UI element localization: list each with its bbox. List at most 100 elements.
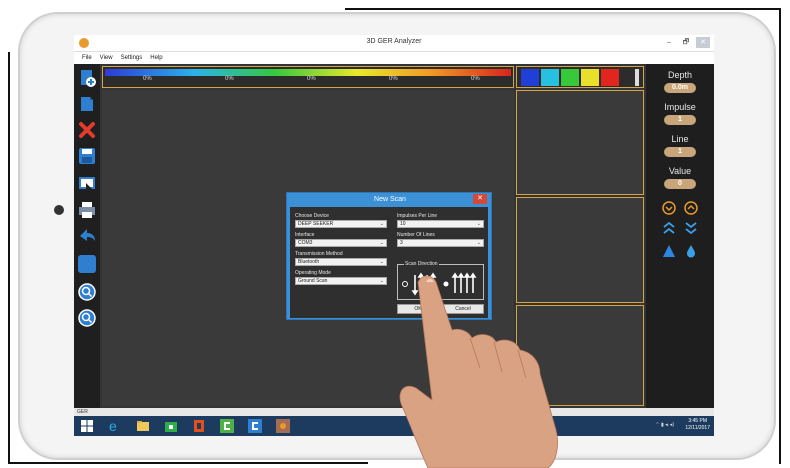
- lines-select-value: 3: [400, 240, 403, 246]
- back-arrow-icon[interactable]: [77, 226, 97, 246]
- ok-button[interactable]: OK: [397, 304, 439, 314]
- collapse-icon[interactable]: [684, 221, 698, 235]
- chevron-down-icon: ⌄: [476, 221, 481, 227]
- scroll-up-icon[interactable]: [684, 201, 698, 215]
- clock-date: 12/11/2017: [685, 425, 710, 431]
- new-scan-dialog: New Scan ✕ Choose Device DEEP SEEKER ⌄ In…: [286, 192, 492, 320]
- tablet-screen: 3D GER Analyzer – 🗗 ✕ File View Settings…: [74, 35, 714, 436]
- zoom-out-icon[interactable]: [77, 308, 97, 328]
- lines-select[interactable]: 3 ⌄: [397, 239, 484, 247]
- save-icon[interactable]: [77, 146, 97, 166]
- left-toolbar: [74, 64, 100, 408]
- zigzag-arrows-icon: [411, 272, 437, 296]
- choose-device-label: Choose Device: [295, 213, 329, 219]
- screen-select-icon[interactable]: [77, 174, 97, 194]
- menu-help[interactable]: Help: [150, 52, 162, 64]
- dialog-close-button[interactable]: ✕: [473, 194, 487, 204]
- scan-direction-options[interactable]: [401, 271, 481, 297]
- zoom-in-icon[interactable]: [77, 282, 97, 302]
- water-drop-icon[interactable]: [684, 244, 698, 258]
- value-label: Value: [668, 166, 692, 176]
- delete-icon[interactable]: [77, 120, 97, 140]
- color-swatch-panel: [516, 66, 644, 88]
- menu-file[interactable]: File: [82, 52, 92, 64]
- expand-up-icon[interactable]: [662, 221, 676, 235]
- chevron-down-icon: ⌄: [379, 259, 384, 265]
- taskbar-clock[interactable]: 3:45 PM 12/11/2017: [685, 418, 710, 432]
- operating-mode-select-value: Ground Scan: [298, 278, 328, 284]
- scale-percent-label: 0%: [143, 76, 152, 82]
- impulses-label: Impulses Per Line: [397, 213, 438, 219]
- system-tray[interactable]: ⌃ ▮ ◂ᵢ ◂): [655, 422, 674, 428]
- transmission-select[interactable]: Bluetooth ⌄: [295, 258, 387, 266]
- windows-start-icon[interactable]: [80, 419, 94, 433]
- chevron-down-icon: ⌄: [379, 278, 384, 284]
- parallel-radio-selected: [443, 281, 449, 287]
- store-icon[interactable]: [164, 419, 178, 433]
- open-file-icon[interactable]: [77, 94, 97, 114]
- transmission-label: Transmission Method: [295, 251, 343, 257]
- depth-label: Depth: [667, 70, 693, 80]
- clock-time: 3:45 PM: [688, 418, 707, 424]
- color-swatch[interactable]: [541, 69, 559, 86]
- interface-select[interactable]: COM3 ⌄: [295, 239, 387, 247]
- zigzag-radio: [402, 281, 408, 287]
- photo-frame: 3D GER Analyzer – 🗗 ✕ File View Settings…: [0, 0, 790, 468]
- view-panel-top[interactable]: [516, 90, 644, 195]
- line-value: 1: [664, 147, 696, 157]
- new-scan-icon[interactable]: [77, 68, 97, 88]
- interface-label: Interface: [295, 232, 315, 238]
- scan-direction-group: Scan Direction: [397, 261, 484, 300]
- scale-percent-label: 0%: [471, 76, 480, 82]
- menu-bar: File View Settings Help: [74, 52, 714, 64]
- chevron-down-icon: ⌄: [476, 240, 481, 246]
- menu-settings[interactable]: Settings: [121, 52, 143, 64]
- impulses-select[interactable]: 10 ⌄: [397, 220, 484, 228]
- device-select[interactable]: DEEP SEEKER ⌄: [295, 220, 387, 228]
- scale-percent-label: 0%: [225, 76, 234, 82]
- status-bar: GER: [74, 408, 714, 416]
- depth-value: 0.0m: [664, 83, 696, 93]
- triangle-marker-icon[interactable]: [662, 244, 676, 258]
- color-swatch[interactable]: [561, 69, 579, 86]
- operating-mode-label: Operating Mode: [295, 270, 331, 276]
- close-button[interactable]: ✕: [696, 37, 710, 48]
- windows-taskbar: e ⌃ ▮ ◂ᵢ ◂) 3:45 PM 12/11/2017: [74, 416, 714, 436]
- app-icon-green[interactable]: [220, 419, 234, 433]
- app-icon-blue[interactable]: [248, 419, 262, 433]
- scale-percent-label: 0%: [307, 76, 316, 82]
- view-panel-bottom[interactable]: [516, 305, 644, 406]
- impulses-select-value: 10: [400, 221, 406, 227]
- color-swatch[interactable]: [581, 69, 599, 86]
- color-swatch[interactable]: [521, 69, 539, 86]
- tablet-camera: [54, 205, 64, 215]
- dialog-title: New Scan: [374, 196, 406, 203]
- ger-analyzer-taskbar-icon[interactable]: [276, 419, 290, 433]
- maximize-button[interactable]: 🗗: [679, 37, 693, 48]
- menu-view[interactable]: View: [100, 52, 113, 64]
- internet-explorer-icon[interactable]: e: [108, 418, 122, 434]
- scroll-down-icon[interactable]: [662, 201, 676, 215]
- app-body: 0% 0% 0% 0% 0% Depth 0.0m Impulse 1 Line…: [74, 64, 714, 408]
- title-bar: 3D GER Analyzer – 🗗 ✕: [74, 35, 714, 52]
- color-swatch[interactable]: [601, 69, 619, 86]
- color-scale-bar: 0% 0% 0% 0% 0%: [102, 66, 514, 88]
- operating-mode-select[interactable]: Ground Scan ⌄: [295, 277, 387, 285]
- office-icon[interactable]: [192, 419, 206, 433]
- window-title: 3D GER Analyzer: [366, 38, 422, 45]
- cancel-button[interactable]: Cancel: [442, 304, 484, 314]
- view-panel-middle[interactable]: [516, 197, 644, 303]
- transmission-select-value: Bluetooth: [298, 259, 320, 265]
- impulse-label: Impulse: [664, 102, 696, 112]
- svg-text:e: e: [109, 419, 117, 433]
- file-explorer-icon[interactable]: [136, 419, 150, 433]
- chevron-down-icon: ⌄: [379, 240, 384, 246]
- grid-view-icon[interactable]: [77, 254, 97, 274]
- interface-select-value: COM3: [298, 240, 313, 246]
- lines-label: Number Of Lines: [397, 232, 435, 238]
- swatch-scroll-handle[interactable]: [635, 69, 639, 86]
- info-sidebar: Depth 0.0m Impulse 1 Line 1 Value 0: [646, 64, 714, 408]
- print-icon[interactable]: [77, 200, 97, 220]
- minimize-button[interactable]: –: [662, 37, 676, 48]
- device-select-value: DEEP SEEKER: [298, 221, 334, 227]
